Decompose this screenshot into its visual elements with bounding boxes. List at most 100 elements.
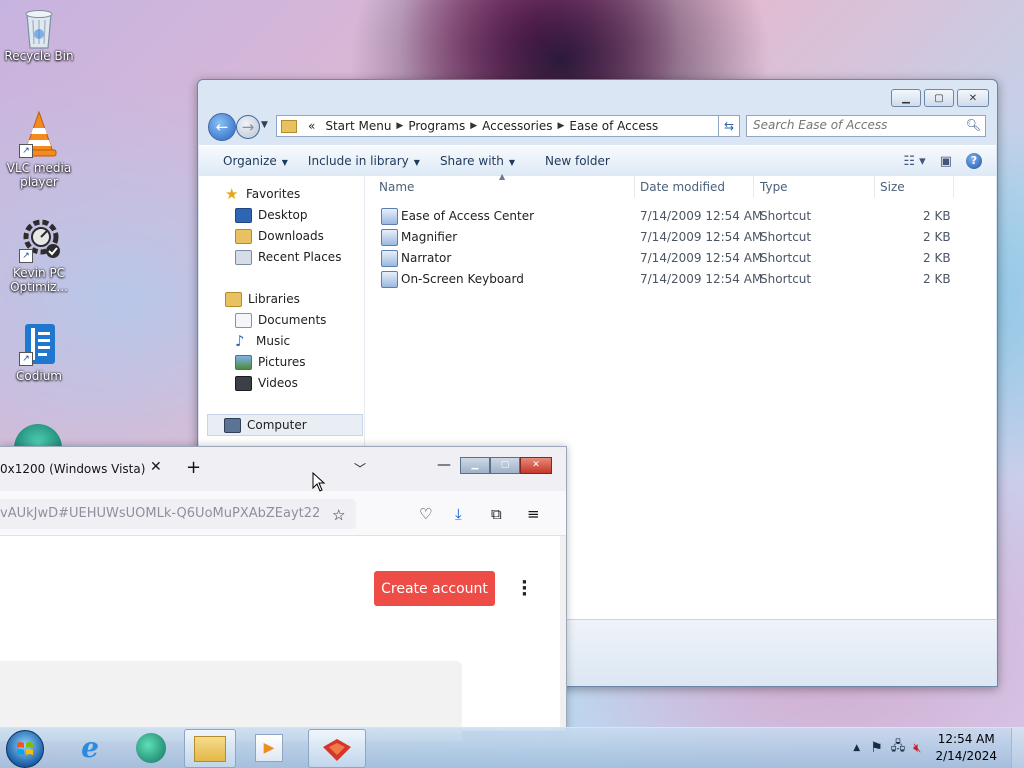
desktop-icon [235, 207, 252, 223]
nav-music[interactable]: ♪ Music [235, 331, 290, 351]
desktop-icon-recycle-bin[interactable]: Recycle Bin [1, 6, 77, 63]
chevron-down-icon: ▼ [508, 158, 515, 167]
address-row: ← → ▼ « Start Menu ▶ Programs ▶ Accessor… [206, 113, 989, 141]
column-label: Name [379, 180, 415, 194]
minimize-icon[interactable]: — [437, 457, 451, 473]
file-row[interactable]: On-Screen Keyboard 7/14/2009 12:54 AM Sh… [365, 269, 988, 290]
show-desktop-button[interactable] [1011, 728, 1024, 768]
nav-documents[interactable]: Documents [235, 310, 326, 330]
column-label: Type [760, 180, 788, 194]
start-button[interactable] [6, 730, 44, 768]
create-account-button[interactable]: Create account [374, 571, 495, 606]
file-row[interactable]: Ease of Access Center 7/14/2009 12:54 AM… [365, 206, 988, 227]
nav-libraries[interactable]: Libraries [225, 289, 300, 309]
column-header-date-modified[interactable]: Date modified [640, 176, 725, 198]
new-tab-icon[interactable]: + [186, 457, 201, 478]
new-folder-button[interactable]: New folder [529, 154, 624, 168]
nav-downloads[interactable]: Downloads [235, 226, 324, 246]
clock[interactable]: 12:54 AM 2/14/2024 [935, 731, 997, 765]
share-with-button[interactable]: Share with ▼ [434, 154, 529, 168]
search-box[interactable]: 🔍︎ [746, 115, 986, 137]
desktop-icon-label: Kevin PC Optimiz... [10, 266, 68, 294]
column-header-name[interactable]: Name [379, 176, 414, 198]
window-caption-buttons: ▁ ▢ ✕ [891, 89, 989, 107]
more-options-icon[interactable]: · · · [521, 574, 528, 604]
codium-icon: ↗ [19, 322, 59, 366]
address-bar[interactable]: « Start Menu ▶ Programs ▶ Accessories ▶ … [276, 115, 738, 137]
taskbar-internet-explorer[interactable]: e [65, 729, 115, 766]
maximize-button[interactable]: ▢ [924, 89, 954, 107]
file-row[interactable]: Magnifier 7/14/2009 12:54 AM Shortcut 2 … [365, 227, 988, 248]
nav-computer[interactable]: Computer [207, 414, 363, 436]
partial-desktop-icon[interactable] [14, 424, 62, 448]
desktop-icon-codium[interactable]: ↗ Codium [1, 322, 77, 383]
breadcrumb-separator-icon[interactable]: ▶ [470, 121, 477, 131]
nav-videos[interactable]: Videos [235, 373, 298, 393]
close-button[interactable]: ✕ [957, 89, 989, 107]
include-in-library-button[interactable]: Include in library ▼ [302, 154, 434, 168]
taskbar-app-green[interactable] [126, 729, 176, 766]
preview-pane-icon[interactable]: ▣ [940, 154, 952, 169]
column-divider[interactable] [874, 176, 875, 198]
nav-desktop[interactable]: Desktop [235, 205, 308, 225]
recent-pages-dropdown[interactable]: ▼ [261, 120, 268, 130]
nav-recent-places[interactable]: Recent Places [235, 247, 341, 267]
help-icon[interactable]: ? [966, 153, 982, 169]
film-icon [235, 375, 252, 391]
back-button[interactable]: ← [208, 113, 236, 141]
column-divider[interactable] [953, 176, 954, 198]
show-hidden-icons-icon[interactable]: ▲ [853, 743, 860, 753]
breadcrumb-overflow[interactable]: « [303, 119, 320, 133]
breadcrumb-ease-of-access[interactable]: Ease of Access [564, 119, 663, 133]
nav-label: Documents [258, 313, 327, 327]
breadcrumb-separator-icon[interactable]: ▶ [396, 121, 403, 131]
download-icon[interactable]: ⤓ [455, 505, 462, 523]
search-input[interactable] [747, 116, 963, 134]
organize-button[interactable]: Organize ▼ [199, 154, 302, 168]
taskbar-file-explorer[interactable] [184, 729, 236, 768]
taskbar-browser-app[interactable] [308, 729, 366, 768]
breadcrumb-start-menu[interactable]: Start Menu [320, 119, 396, 133]
vlc-cone-icon: ↗ [19, 110, 59, 158]
network-icon[interactable]: 🖧︎ [891, 737, 906, 759]
recent-places-icon [235, 249, 252, 265]
file-row[interactable]: Narrator 7/14/2009 12:54 AM Shortcut 2 K… [365, 248, 988, 269]
scrollbar[interactable] [560, 536, 566, 731]
breadcrumb-separator-icon[interactable]: ▶ [557, 121, 564, 131]
file-name: Narrator [401, 251, 452, 265]
minimize-button[interactable]: ▁ [891, 89, 921, 107]
menu-icon[interactable]: ≡ [527, 505, 540, 523]
forward-button[interactable]: → [236, 115, 260, 139]
column-divider[interactable] [753, 176, 754, 198]
action-center-flag-icon[interactable]: ⚑ [870, 740, 883, 756]
window-caption-buttons: ▁ ▢ ✕ [460, 457, 552, 474]
search-icon[interactable]: 🔍︎ [966, 118, 981, 132]
bookmark-star-icon[interactable]: ☆ [332, 506, 345, 524]
file-date: 7/14/2009 12:54 AM [640, 209, 763, 223]
nav-favorites[interactable]: ★ Favorites [225, 184, 300, 204]
chevron-down-icon[interactable]: ﹀ [354, 460, 366, 477]
breadcrumb-programs[interactable]: Programs [403, 119, 470, 133]
change-view-icon[interactable]: ☷ ▾ [903, 154, 925, 169]
column-header-size[interactable]: Size [880, 176, 905, 198]
tab-title[interactable]: 0x1200 (Windows Vista) - W [0, 462, 145, 476]
star-icon: ★ [225, 184, 239, 203]
minimize-button[interactable]: ▁ [460, 457, 490, 474]
firefox-window[interactable]: 0x1200 (Windows Vista) - W ✕ + ﹀ — ▁ ▢ ✕… [0, 446, 567, 741]
desktop-icon-vlc[interactable]: ↗ VLC media player [1, 110, 77, 189]
nav-pictures[interactable]: Pictures [235, 352, 306, 372]
maximize-button[interactable]: ▢ [490, 457, 520, 474]
taskbar-media-player[interactable]: ▶ [244, 729, 294, 766]
volume-muted-icon[interactable]: 🔇︎ [913, 741, 921, 756]
file-type: Shortcut [760, 209, 812, 223]
close-button[interactable]: ✕ [520, 457, 552, 474]
desktop-icon-kevin-pc-optimizer[interactable]: ↗ Kevin PC Optimiz... [1, 215, 77, 294]
close-tab-icon[interactable]: ✕ [150, 459, 162, 475]
extensions-icon[interactable]: ⧉ [491, 505, 502, 523]
refresh-button[interactable]: ⇆ [718, 115, 740, 137]
url-bar[interactable]: vAUkJwD#UEHUWsUOMLk-Q6UoMuPXAbZEayt22D [0, 499, 356, 529]
pocket-icon[interactable]: ♡ [419, 505, 432, 523]
column-header-type[interactable]: Type [760, 176, 788, 198]
breadcrumb-accessories[interactable]: Accessories [477, 119, 557, 133]
column-divider[interactable] [634, 176, 635, 198]
